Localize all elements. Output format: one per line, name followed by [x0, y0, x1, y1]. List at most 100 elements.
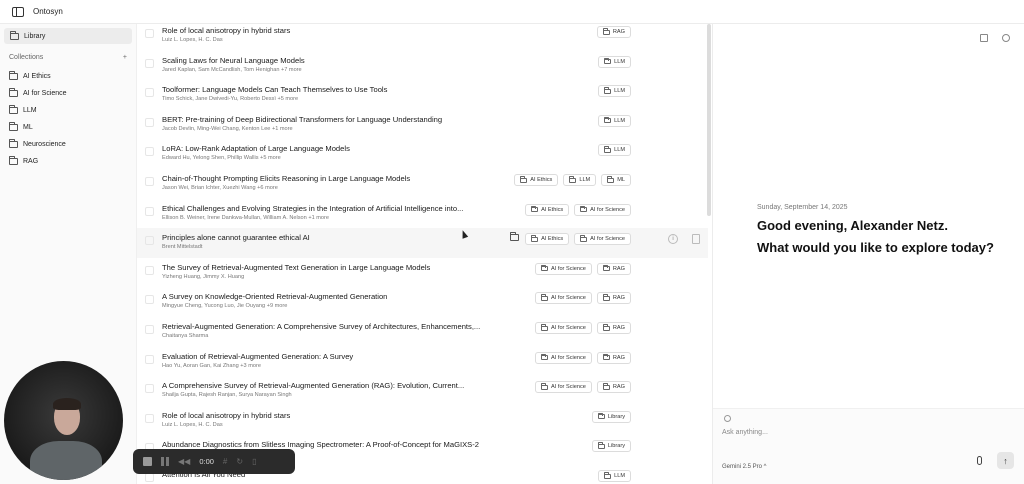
paper-title[interactable]: Chain-of-Thought Prompting Elicits Reaso… — [162, 174, 410, 183]
collection-tag[interactable]: RAG — [596, 292, 631, 305]
row-checkbox[interactable] — [145, 413, 154, 423]
collection-tag[interactable]: Library — [591, 410, 631, 423]
collection-tag[interactable]: LLM — [598, 114, 631, 127]
collection-tag[interactable]: AI Ethics — [525, 203, 570, 216]
paper-row[interactable]: The Survey of Retrieval-Augmented Text G… — [137, 258, 708, 288]
paper-row[interactable]: Chain-of-Thought Prompting Elicits Reaso… — [137, 169, 708, 199]
paper-title[interactable]: Evaluation of Retrieval-Augmented Genera… — [162, 352, 353, 361]
collection-tag[interactable]: RAG — [596, 351, 631, 364]
row-checkbox[interactable] — [145, 325, 154, 334]
sidebar-item-collection[interactable]: ML — [9, 120, 33, 134]
collection-tag[interactable]: RAG — [596, 262, 631, 275]
row-checkbox[interactable] — [145, 117, 154, 127]
collection-tag[interactable]: LLM — [598, 144, 631, 157]
collection-tag[interactable]: AI for Science — [535, 292, 592, 305]
sidebar-item-collection[interactable]: AI Ethics — [9, 69, 51, 83]
paper-title[interactable]: BERT: Pre-training of Deep Bidirectional… — [162, 115, 442, 124]
collection-tag[interactable]: AI for Science — [574, 233, 631, 246]
paper-title[interactable]: Scaling Laws for Neural Language Models — [162, 56, 305, 65]
paper-title[interactable]: Ethical Challenges and Evolving Strategi… — [162, 204, 463, 213]
folder-icon — [9, 138, 18, 148]
rewind-icon[interactable]: ◀◀ — [178, 457, 190, 466]
stop-recording-icon[interactable] — [143, 457, 152, 466]
toggle-sidebar-icon[interactable] — [12, 6, 24, 17]
collection-tag[interactable]: AI for Science — [535, 381, 592, 394]
collection-tag[interactable]: AI Ethics — [525, 233, 570, 246]
paper-title[interactable]: Role of local anisotropy in hybrid stars — [162, 26, 290, 35]
folder-icon — [541, 264, 549, 272]
collection-tag[interactable]: AI for Science — [535, 322, 592, 334]
add-to-collection-icon[interactable] — [510, 232, 519, 242]
sidebar-item-collection[interactable]: RAG — [9, 154, 38, 168]
folder-icon — [569, 176, 577, 183]
row-checkbox[interactable] — [145, 29, 154, 38]
trash-icon[interactable]: ▯ — [252, 457, 256, 466]
collection-tag[interactable]: ML — [601, 174, 631, 186]
collection-tag[interactable]: LLM — [598, 55, 631, 68]
restart-icon[interactable]: ↻ — [236, 457, 243, 466]
microphone-icon[interactable] — [977, 456, 982, 465]
sidebar-item-library[interactable]: Library — [4, 28, 132, 44]
row-checkbox[interactable] — [145, 354, 154, 364]
paper-title[interactable]: Retrieval-Augmented Generation: A Compre… — [162, 322, 480, 331]
collection-tag[interactable]: AI for Science — [535, 351, 592, 364]
collection-tag[interactable]: RAG — [596, 322, 631, 334]
chat-input[interactable]: Ask anything... — [722, 429, 768, 436]
collection-tag[interactable]: RAG — [596, 26, 631, 38]
row-checkbox[interactable] — [145, 206, 154, 216]
paper-row[interactable]: LoRA: Low-Rank Adaptation of Large Langu… — [137, 139, 708, 169]
attach-icon[interactable] — [724, 415, 731, 422]
paper-row[interactable]: Role of local anisotropy in hybrid stars… — [137, 406, 708, 436]
sidebar-item-collection[interactable]: AI for Science — [9, 86, 67, 100]
paper-title[interactable]: A Comprehensive Survey of Retrieval-Augm… — [162, 381, 464, 390]
paper-row[interactable]: A Comprehensive Survey of Retrieval-Augm… — [137, 376, 708, 406]
paper-row[interactable]: Scaling Laws for Neural Language Models J… — [137, 51, 708, 81]
add-collection-button[interactable]: + — [123, 54, 127, 61]
list-scrollbar[interactable] — [707, 24, 711, 216]
paper-row[interactable]: Role of local anisotropy in hybrid stars… — [137, 24, 708, 51]
model-selector[interactable]: Gemini 2.5 Pro ^ — [722, 464, 767, 470]
sidebar-item-collection[interactable]: Neuroscience — [9, 137, 66, 151]
paper-row[interactable]: A Survey on Knowledge-Oriented Retrieval… — [137, 287, 708, 317]
collection-tag[interactable]: AI Ethics — [514, 174, 559, 186]
row-checkbox[interactable] — [145, 177, 154, 186]
folder-icon — [602, 324, 610, 331]
collection-tag[interactable]: LLM — [563, 174, 597, 186]
paper-row[interactable]: Toolformer: Language Models Can Teach Th… — [137, 80, 708, 110]
row-checkbox[interactable] — [145, 384, 154, 394]
paper-title[interactable]: Principles alone cannot guarantee ethica… — [162, 233, 310, 242]
pause-icon[interactable] — [161, 457, 169, 466]
paper-title[interactable]: Toolformer: Language Models Can Teach Th… — [162, 85, 387, 94]
paper-row[interactable]: BERT: Pre-training of Deep Bidirectional… — [137, 110, 708, 140]
info-icon[interactable]: i — [668, 234, 678, 245]
new-chat-icon[interactable] — [980, 34, 988, 42]
delete-icon[interactable] — [692, 234, 700, 245]
paper-title[interactable]: A Survey on Knowledge-Oriented Retrieval… — [162, 292, 387, 301]
tag-label: RAG — [612, 384, 625, 391]
collection-tag[interactable]: RAG — [596, 381, 631, 394]
paper-row[interactable]: Ethical Challenges and Evolving Strategi… — [137, 199, 708, 229]
collection-tag[interactable]: Library — [591, 440, 631, 453]
send-button[interactable]: ↑ — [997, 452, 1014, 469]
paper-title[interactable]: The Survey of Retrieval-Augmented Text G… — [162, 263, 430, 272]
collection-tag[interactable]: AI for Science — [574, 203, 631, 216]
paper-row[interactable]: Evaluation of Retrieval-Augmented Genera… — [137, 347, 708, 377]
row-checkbox[interactable] — [145, 236, 154, 246]
row-checkbox[interactable] — [145, 473, 154, 482]
paper-row[interactable]: Retrieval-Augmented Generation: A Compre… — [137, 317, 708, 347]
row-checkbox[interactable] — [145, 88, 154, 98]
paper-title[interactable]: LoRA: Low-Rank Adaptation of Large Langu… — [162, 144, 350, 153]
row-checkbox[interactable] — [145, 58, 154, 68]
grid-icon[interactable]: # — [223, 457, 227, 466]
row-checkbox[interactable] — [145, 295, 154, 305]
paper-title[interactable]: Role of local anisotropy in hybrid stars — [162, 411, 290, 420]
collection-tag[interactable]: AI for Science — [535, 262, 592, 275]
row-checkbox[interactable] — [145, 147, 154, 157]
collection-tag[interactable]: LLM — [598, 85, 631, 98]
row-actions: i — [668, 234, 700, 245]
collection-tag[interactable]: LLM — [598, 470, 631, 482]
history-icon[interactable] — [1002, 34, 1010, 42]
row-checkbox[interactable] — [145, 265, 154, 275]
paper-row[interactable]: Principles alone cannot guarantee ethica… — [137, 228, 708, 258]
sidebar-item-collection[interactable]: LLM — [9, 103, 37, 117]
